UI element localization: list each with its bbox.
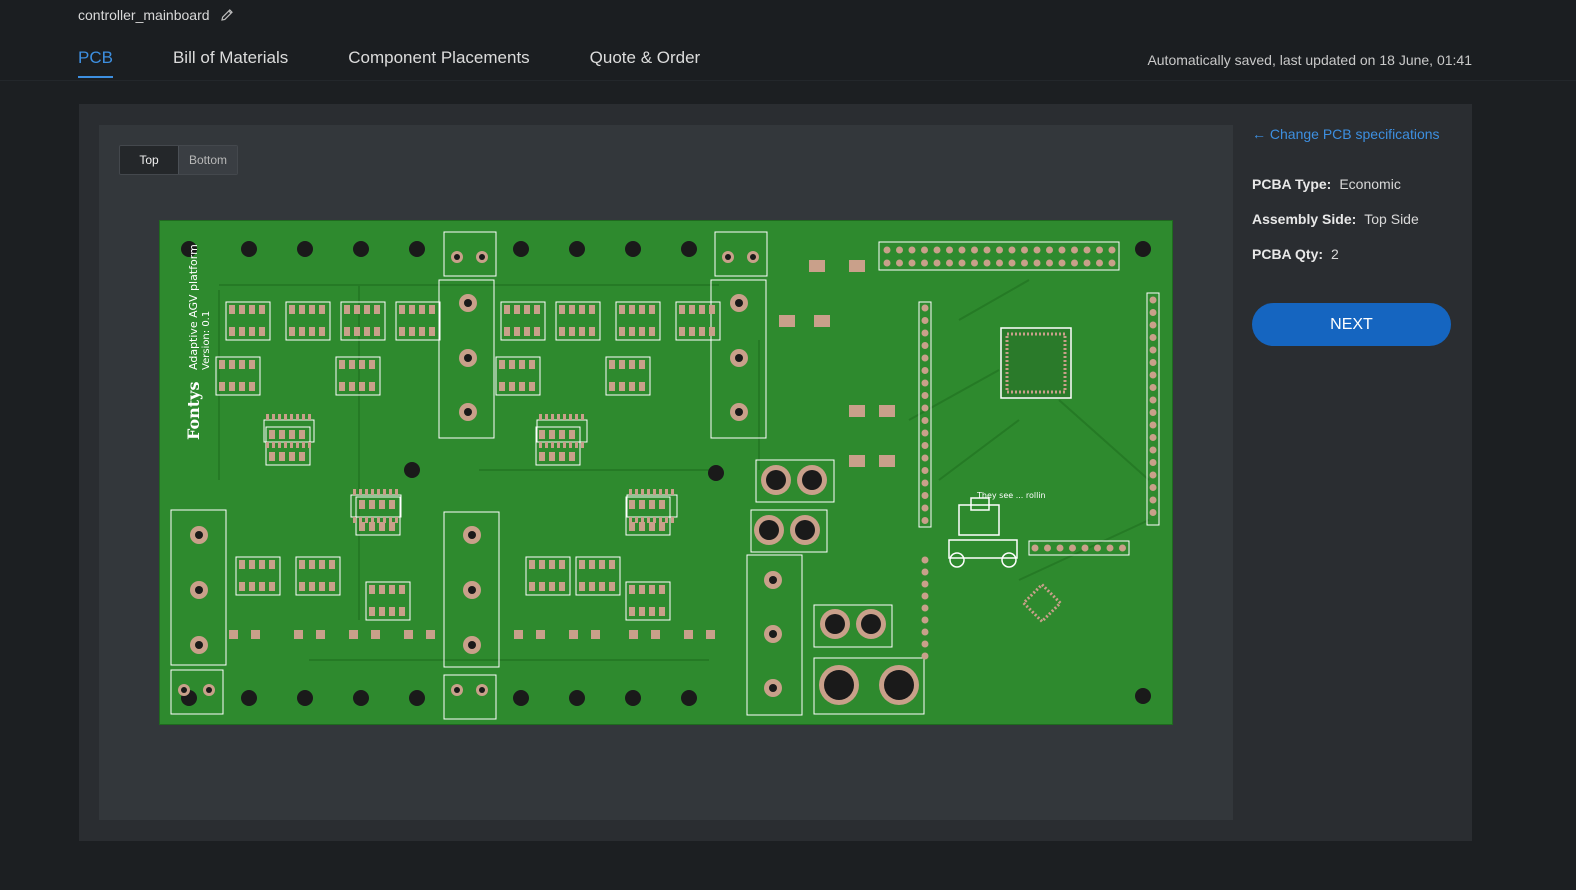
pcba-qty-row: PCBA Qty: 2: [1252, 246, 1339, 262]
top-header: controller_mainboard PCB Bill of Materia…: [0, 0, 1576, 81]
next-button[interactable]: NEXT: [1252, 303, 1451, 346]
pcba-qty-label: PCBA Qty:: [1252, 246, 1324, 262]
change-pcb-specifications-link[interactable]: ← Change PCB specifications: [1252, 126, 1440, 142]
board-brand-text: Fontys: [184, 382, 203, 440]
board-version-text: Version: 0.1: [201, 311, 212, 370]
bottom-side-button[interactable]: Bottom: [178, 146, 237, 174]
side-toggle: Top Bottom: [119, 145, 238, 175]
mcu-chip-icon: [1000, 327, 1072, 399]
pcba-type-value: Economic: [1339, 176, 1401, 192]
tab-bill-of-materials[interactable]: Bill of Materials: [173, 48, 288, 78]
top-side-button[interactable]: Top: [120, 146, 178, 174]
save-status: Automatically saved, last updated on 18 …: [1147, 52, 1472, 68]
board-title-text: Adaptive AGV platform: [187, 244, 200, 370]
pencil-icon[interactable]: [220, 8, 234, 22]
pcb-board-render: Adaptive AGV platform Version: 0.1 Fonty…: [158, 219, 1174, 726]
pcb-board: Adaptive AGV platform Version: 0.1 Fonty…: [158, 219, 1174, 726]
tab-component-placements[interactable]: Component Placements: [348, 48, 529, 78]
spec-panel: ← Change PCB specifications PCBA Type: Ec…: [1252, 104, 1462, 404]
main-panel: Top Bottom Adaptive AGV platform Version…: [79, 104, 1472, 841]
project-name: controller_mainboard: [78, 7, 234, 23]
assembly-side-value: Top Side: [1364, 211, 1419, 227]
project-name-text: controller_mainboard: [78, 7, 210, 23]
assembly-side-row: Assembly Side: Top Side: [1252, 211, 1419, 227]
assembly-side-label: Assembly Side:: [1252, 211, 1357, 227]
tab-pcb[interactable]: PCB: [78, 48, 113, 78]
pcba-qty-value: 2: [1331, 246, 1339, 262]
pcba-type-label: PCBA Type:: [1252, 176, 1332, 192]
tab-quote-order[interactable]: Quote & Order: [590, 48, 701, 78]
tab-bar: PCB Bill of Materials Component Placemen…: [78, 48, 760, 78]
pcb-viewer[interactable]: Top Bottom Adaptive AGV platform Version…: [99, 125, 1233, 820]
pcba-type-row: PCBA Type: Economic: [1252, 176, 1401, 192]
